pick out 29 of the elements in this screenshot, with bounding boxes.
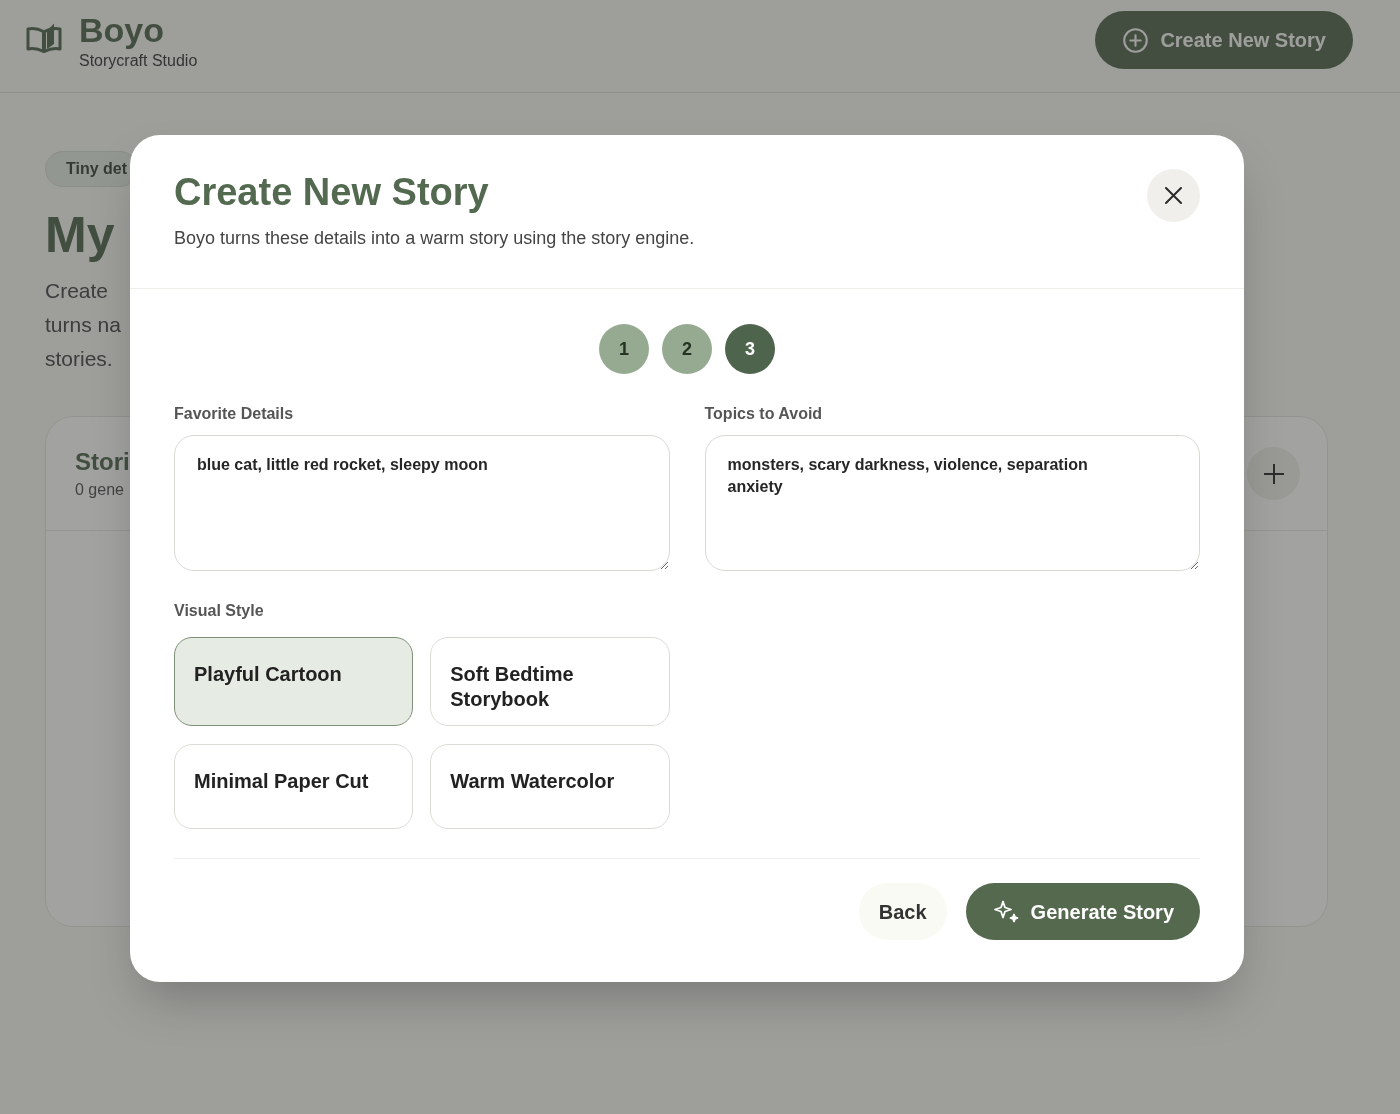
field-label: Visual Style [174, 601, 264, 621]
step-indicator: 2 [662, 324, 712, 374]
style-option[interactable]: Soft Bedtime Storybook [430, 637, 670, 726]
plus-icon [1263, 463, 1284, 484]
intro-paragraph: Create turns na stories. [45, 278, 121, 372]
card-title: Stori [75, 446, 130, 477]
open-book-icon [26, 22, 62, 53]
generate-story-button[interactable]: Generate Story [965, 883, 1200, 940]
modal-title: Create New Story [174, 170, 489, 215]
text-area-field[interactable]: blue cat, little red rocket, sleepy moon [174, 435, 670, 571]
field-label: Favorite Details [174, 404, 294, 424]
style-option[interactable]: Warm Watercolor [430, 744, 670, 829]
step-indicator: 3 [725, 324, 775, 374]
close-icon [1165, 187, 1182, 204]
field-label: Topics to Avoid [704, 404, 823, 424]
text-area-field[interactable]: monsters, scary darkness, violence, separation anxiety [704, 435, 1200, 571]
add-story-button[interactable] [1247, 447, 1300, 500]
brand-name: Boyo [79, 10, 164, 50]
step-indicator: 1 [599, 324, 649, 374]
back-button[interactable]: Back [858, 883, 947, 940]
modal-subtitle: Boyo turns these details into a warm story using the story engine. [174, 227, 695, 250]
style-option[interactable]: Playful Cartoon [174, 637, 414, 726]
page-heading: My [45, 209, 115, 261]
brand-tagline: Storycraft Studio [79, 51, 198, 71]
sparkle-icon [993, 900, 1019, 923]
style-option[interactable]: Minimal Paper Cut [174, 744, 414, 829]
card-subtitle: 0 gene [75, 479, 124, 500]
close-button[interactable] [1147, 169, 1200, 222]
plus-circle-icon [1123, 27, 1149, 53]
